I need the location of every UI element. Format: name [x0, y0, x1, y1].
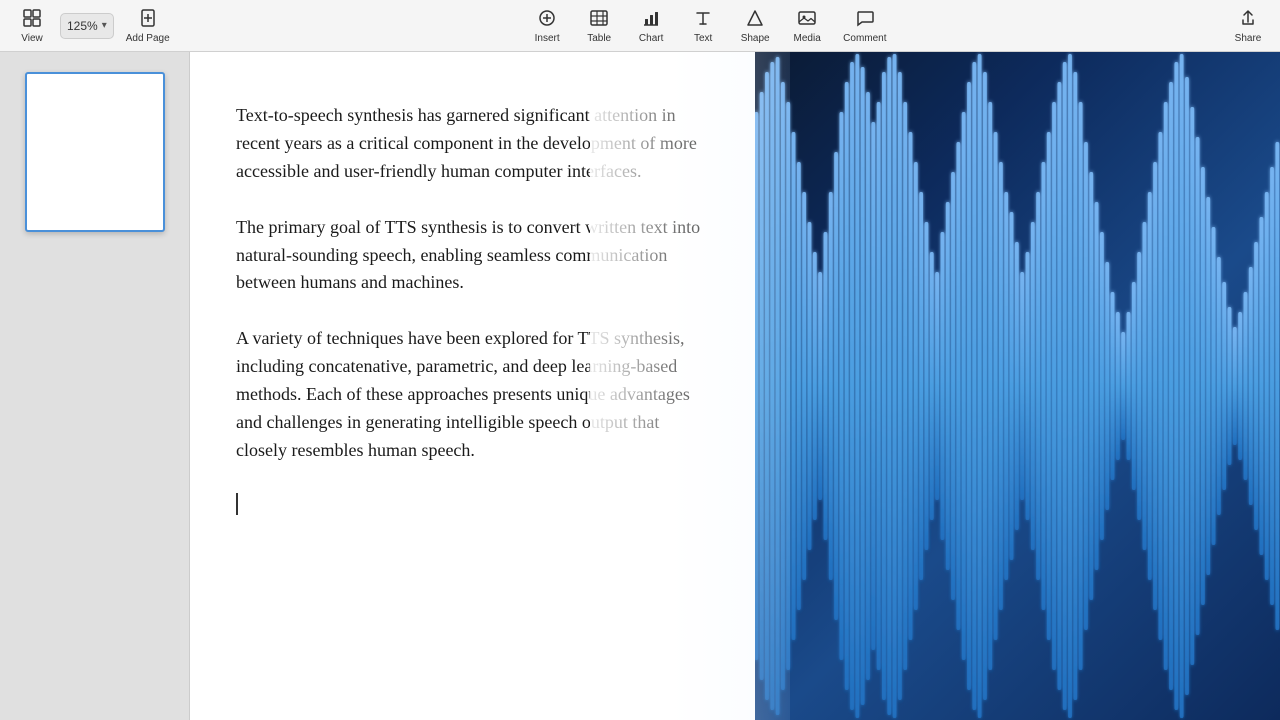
share-label: Share	[1235, 33, 1262, 44]
toolbar-left: View 125% ▾ Add Page	[8, 4, 178, 48]
page-thumbnail[interactable]	[25, 72, 165, 232]
toolbar: View 125% ▾ Add Page	[0, 0, 1280, 52]
toolbar-right: Share	[1224, 4, 1272, 48]
media-button[interactable]: Media	[783, 4, 831, 48]
waveform-visualization	[680, 52, 1280, 720]
comment-icon	[855, 8, 875, 31]
zoom-control[interactable]: 125% ▾	[60, 13, 114, 39]
shape-button[interactable]: Shape	[731, 4, 779, 48]
comment-button[interactable]: Comment	[835, 4, 894, 48]
view-button[interactable]: View	[8, 4, 56, 48]
comment-label: Comment	[843, 33, 886, 44]
media-icon	[797, 8, 817, 31]
add-page-icon	[138, 8, 158, 31]
insert-icon	[537, 8, 557, 31]
add-page-label: Add Page	[126, 33, 170, 44]
sidebar	[0, 52, 190, 720]
zoom-value: 125%	[67, 19, 98, 33]
document-area: Text-to-speech synthesis has garnered si…	[190, 52, 1280, 720]
paragraph-1: Text-to-speech synthesis has garnered si…	[236, 102, 709, 186]
toolbar-center: Insert Table	[194, 4, 1224, 48]
insert-label: Insert	[535, 33, 560, 44]
share-icon	[1238, 8, 1258, 31]
main-area: Text-to-speech synthesis has garnered si…	[0, 52, 1280, 720]
table-icon	[589, 8, 609, 31]
chart-icon	[641, 8, 661, 31]
document-page[interactable]: Text-to-speech synthesis has garnered si…	[190, 52, 755, 720]
chart-label: Chart	[639, 33, 663, 44]
text-label: Text	[694, 33, 712, 44]
table-label: Table	[587, 33, 611, 44]
text-icon	[693, 8, 713, 31]
waveform-background	[680, 52, 1280, 720]
table-button[interactable]: Table	[575, 4, 623, 48]
paragraph-3: A variety of techniques have been explor…	[236, 325, 709, 464]
view-icon	[22, 8, 42, 31]
shape-icon	[745, 8, 765, 31]
zoom-chevron: ▾	[102, 20, 107, 31]
media-label: Media	[794, 33, 821, 44]
text-button[interactable]: Text	[679, 4, 727, 48]
share-button[interactable]: Share	[1224, 4, 1272, 48]
insert-button[interactable]: Insert	[523, 4, 571, 48]
paragraph-2: The primary goal of TTS synthesis is to …	[236, 214, 709, 298]
text-cursor	[236, 493, 238, 515]
shape-label: Shape	[741, 33, 770, 44]
view-label: View	[21, 33, 43, 44]
chart-button[interactable]: Chart	[627, 4, 675, 48]
add-page-button[interactable]: Add Page	[118, 4, 178, 48]
